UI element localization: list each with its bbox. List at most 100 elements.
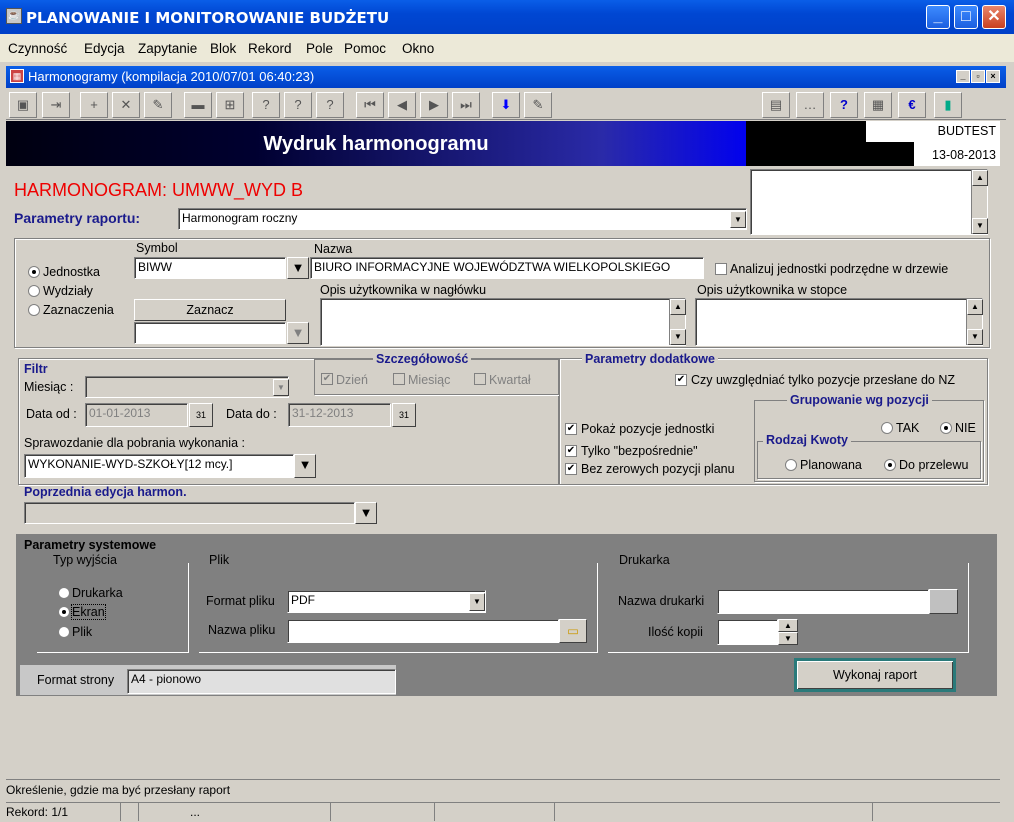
nazwa-pliku-field[interactable]: [287, 619, 559, 643]
harmonogram-label: HARMONOGRAM: UMWW_WYD B: [14, 180, 303, 200]
download-icon[interactable]: ⬇: [492, 92, 520, 118]
inner-restore-button[interactable]: ▫: [971, 70, 985, 83]
miesiac-dropdown-icon[interactable]: ▼: [273, 379, 289, 396]
insert-record-icon[interactable]: +: [80, 92, 108, 118]
zaznacz-button[interactable]: Zaznacz: [134, 299, 286, 321]
zaznacz-dropdown-icon[interactable]: ▼: [287, 322, 309, 344]
dzien-checkbox[interactable]: ✔: [321, 373, 333, 385]
data-do-field[interactable]: 31-12-2013: [288, 403, 391, 427]
menu-rekord[interactable]: Rekord: [248, 41, 292, 56]
next-record-icon[interactable]: ▶: [420, 92, 448, 118]
data-od-calendar-icon[interactable]: 31: [189, 403, 213, 427]
nazwa-drukarki-field[interactable]: [717, 589, 929, 614]
menu-zapytanie[interactable]: Zapytanie: [138, 41, 197, 56]
printer-select-button[interactable]: [929, 589, 958, 614]
menu-pole[interactable]: Pole: [306, 41, 333, 56]
report-params-select[interactable]: Harmonogram roczny: [178, 208, 747, 230]
minimize-button[interactable]: _: [926, 5, 950, 29]
nazwa-field[interactable]: BIURO INFORMACYJNE WOJEWÓDZTWA WIELKOPOL…: [310, 257, 704, 279]
wykonaj-raport-button[interactable]: Wykonaj raport: [794, 658, 956, 692]
bez-zerowych-checkbox[interactable]: ✔: [565, 463, 577, 475]
czy-uwzgledniac-checkbox[interactable]: ✔: [675, 374, 687, 386]
inner-minimize-button[interactable]: _: [956, 70, 970, 83]
app-icon: ☕: [6, 8, 22, 24]
symbol-field[interactable]: BIWW: [134, 257, 286, 279]
radio-tak[interactable]: [881, 422, 893, 434]
report-params-dropdown-icon[interactable]: ▼: [730, 211, 746, 228]
format-strony-field[interactable]: A4 - pionowo: [127, 669, 396, 694]
folder-icon[interactable]: ▭: [559, 619, 587, 643]
help-icon[interactable]: ?: [830, 92, 858, 118]
calculator-icon[interactable]: ▦: [864, 92, 892, 118]
duplicate-icon[interactable]: ▬: [184, 92, 212, 118]
opis-stopka-scrollbar[interactable]: ▲ ▼: [966, 299, 983, 345]
first-record-icon[interactable]: ⏮: [356, 92, 384, 118]
zaznacz-field[interactable]: [134, 322, 286, 344]
opis-naglowek-field[interactable]: [320, 298, 686, 346]
radio-do-przelewu[interactable]: [884, 459, 896, 471]
poprzednia-edycja-field[interactable]: [24, 502, 355, 524]
menu-pomoc[interactable]: Pomoc: [344, 41, 386, 56]
radio-jednostka[interactable]: [28, 266, 40, 278]
status-record-bar: Rekord: 1/1 ...: [6, 802, 1000, 821]
symbol-dropdown-icon[interactable]: ▼: [287, 257, 309, 279]
radio-ekran[interactable]: [58, 606, 70, 618]
data-od-field[interactable]: 01-01-2013: [85, 403, 188, 427]
radio-plik[interactable]: [58, 626, 70, 638]
status-divider: [138, 803, 139, 821]
kwartal-checkbox[interactable]: [474, 373, 486, 385]
cancel-query-icon[interactable]: ?: [316, 92, 344, 118]
last-record-icon[interactable]: ⏭: [452, 92, 480, 118]
menu-czynnosc[interactable]: Czynność: [8, 41, 67, 56]
clear-icon[interactable]: ✎: [144, 92, 172, 118]
inner-close-button[interactable]: ×: [986, 70, 1000, 83]
spin-down-icon[interactable]: ▼: [778, 632, 798, 645]
poprzednia-edycja-dropdown-icon[interactable]: ▼: [355, 502, 377, 524]
analizuj-checkbox[interactable]: [715, 263, 727, 275]
ilosc-kopii-field[interactable]: [717, 619, 778, 645]
header-spacer: [746, 121, 866, 166]
data-do-calendar-icon[interactable]: 31: [392, 403, 416, 427]
radio-wydzialy[interactable]: [28, 285, 40, 297]
radio-zaznaczenia[interactable]: [28, 304, 40, 316]
spin-up-icon[interactable]: ▲: [778, 619, 798, 632]
tylko-bezposrednie-checkbox[interactable]: ✔: [565, 445, 577, 457]
close-button[interactable]: ✕: [982, 5, 1006, 29]
save-icon[interactable]: ▣: [9, 92, 37, 118]
miesiac-checkbox-label: Miesiąc: [408, 373, 451, 387]
opis-stopka-field[interactable]: [695, 298, 983, 346]
maximize-button[interactable]: □: [954, 5, 978, 29]
tylko-bezposrednie-label: Tylko "bezpośrednie": [581, 444, 698, 458]
more-icon[interactable]: …: [796, 92, 824, 118]
sprawozdanie-dropdown-icon[interactable]: ▼: [294, 454, 316, 478]
list-icon[interactable]: ⊞: [216, 92, 244, 118]
radio-drukarka[interactable]: [58, 587, 70, 599]
miesiac-checkbox[interactable]: [393, 373, 405, 385]
menu-edycja[interactable]: Edycja: [84, 41, 125, 56]
radio-nie[interactable]: [940, 422, 952, 434]
notes-scrollbar[interactable]: ▲ ▼: [971, 170, 988, 234]
delete-record-icon[interactable]: ✕: [112, 92, 140, 118]
exit-icon[interactable]: ⇥: [42, 92, 70, 118]
menu-okno[interactable]: Okno: [402, 41, 434, 56]
query-icon[interactable]: ?: [252, 92, 280, 118]
miesiac-select[interactable]: [85, 376, 289, 398]
previous-record-icon[interactable]: ◀: [388, 92, 416, 118]
opis-naglowek-scrollbar[interactable]: ▲ ▼: [669, 299, 686, 345]
format-pliku-select[interactable]: PDF: [287, 590, 486, 613]
report-notes-area[interactable]: [750, 169, 988, 235]
radio-ekran-label: Ekran: [71, 604, 106, 620]
radio-planowana[interactable]: [785, 459, 797, 471]
status-hint-bar: Określenie, gdzie ma być przesłany rapor…: [6, 779, 1000, 799]
record-counter: Rekord: 1/1: [6, 805, 69, 819]
print-icon[interactable]: ▤: [762, 92, 790, 118]
exit-app-icon[interactable]: ▮: [934, 92, 962, 118]
info-icon[interactable]: €: [898, 92, 926, 118]
pokaz-pozycje-checkbox[interactable]: ✔: [565, 423, 577, 435]
format-pliku-dropdown-icon[interactable]: ▼: [469, 593, 485, 611]
edit-icon[interactable]: ✎: [524, 92, 552, 118]
sprawozdanie-field[interactable]: WYKONANIE-WYD-SZKOŁY[12 mcy.]: [24, 454, 294, 478]
menu-blok[interactable]: Blok: [210, 41, 236, 56]
inner-window-title-bar: ▦ Harmonogramy (kompilacja 2010/07/01 06…: [6, 66, 1006, 88]
execute-query-icon[interactable]: ?: [284, 92, 312, 118]
